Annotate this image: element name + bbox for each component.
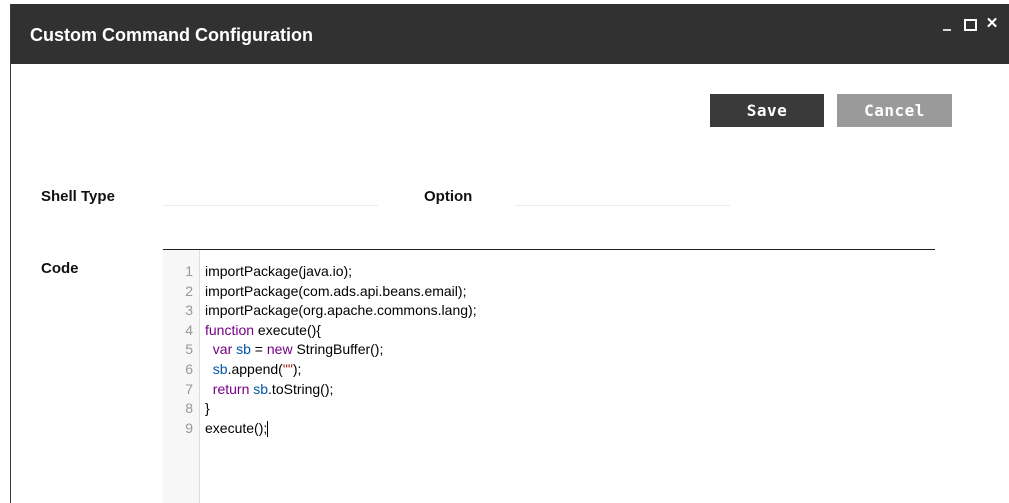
minimize-icon[interactable] (940, 16, 956, 32)
dialog-title: Custom Command Configuration (30, 25, 313, 45)
code-line: 9 execute(); (163, 419, 935, 439)
code-text: importPackage(java.io); (205, 263, 353, 279)
window-controls: ✕ (940, 16, 1000, 32)
code-text: execute(); (205, 419, 269, 438)
code-line: 8 } (163, 399, 935, 419)
code-text: } (205, 400, 210, 417)
code-text: importPackage(com.ads.api.beans.email); (205, 282, 467, 299)
code-text: sb.append(""); (212, 360, 302, 377)
code-lines[interactable]: 1 importPackage(java.io); 2 importPackag… (163, 262, 935, 438)
code-editor[interactable]: 1 importPackage(java.io); 2 importPackag… (163, 249, 935, 503)
code-label: Code (41, 260, 79, 277)
line-number: 6 (185, 360, 193, 377)
line-number: 9 (185, 419, 193, 436)
code-line: 2 importPackage(com.ads.api.beans.email)… (163, 282, 935, 302)
text-cursor (267, 421, 269, 438)
code-line: 7 return sb.toString(); (163, 380, 935, 400)
code-text: function execute(){ (205, 321, 321, 338)
code-line: 4 function execute(){ (163, 321, 935, 341)
save-button[interactable]: Save (710, 94, 824, 127)
maximize-icon[interactable] (962, 16, 978, 32)
shell-type-field[interactable] (163, 205, 378, 206)
line-number: 1 (185, 263, 193, 279)
line-number: 2 (185, 282, 193, 299)
line-number: 8 (185, 400, 193, 417)
cancel-button[interactable]: Cancel (837, 94, 952, 127)
code-line: 3 importPackage(org.apache.commons.lang)… (163, 301, 935, 321)
close-icon[interactable]: ✕ (984, 16, 1000, 32)
shell-type-label: Shell Type (41, 188, 115, 205)
code-line: 6 sb.append(""); (163, 360, 935, 380)
code-line: 5 var sb = new StringBuffer(); (163, 340, 935, 360)
code-text: importPackage(org.apache.commons.lang); (205, 302, 477, 319)
line-number: 5 (185, 341, 193, 358)
line-number: 7 (185, 380, 193, 397)
line-number: 4 (185, 321, 193, 338)
custom-command-dialog: Custom Command Configuration ✕ Save Canc… (10, 4, 1009, 503)
option-field[interactable] (515, 205, 730, 206)
code-text: var sb = new StringBuffer(); (212, 341, 384, 358)
title-bar[interactable]: Custom Command Configuration ✕ (11, 4, 1009, 64)
code-line: 1 importPackage(java.io); (163, 262, 935, 282)
code-text: return sb.toString(); (212, 380, 334, 397)
line-number: 3 (185, 302, 193, 319)
option-label: Option (424, 188, 473, 205)
